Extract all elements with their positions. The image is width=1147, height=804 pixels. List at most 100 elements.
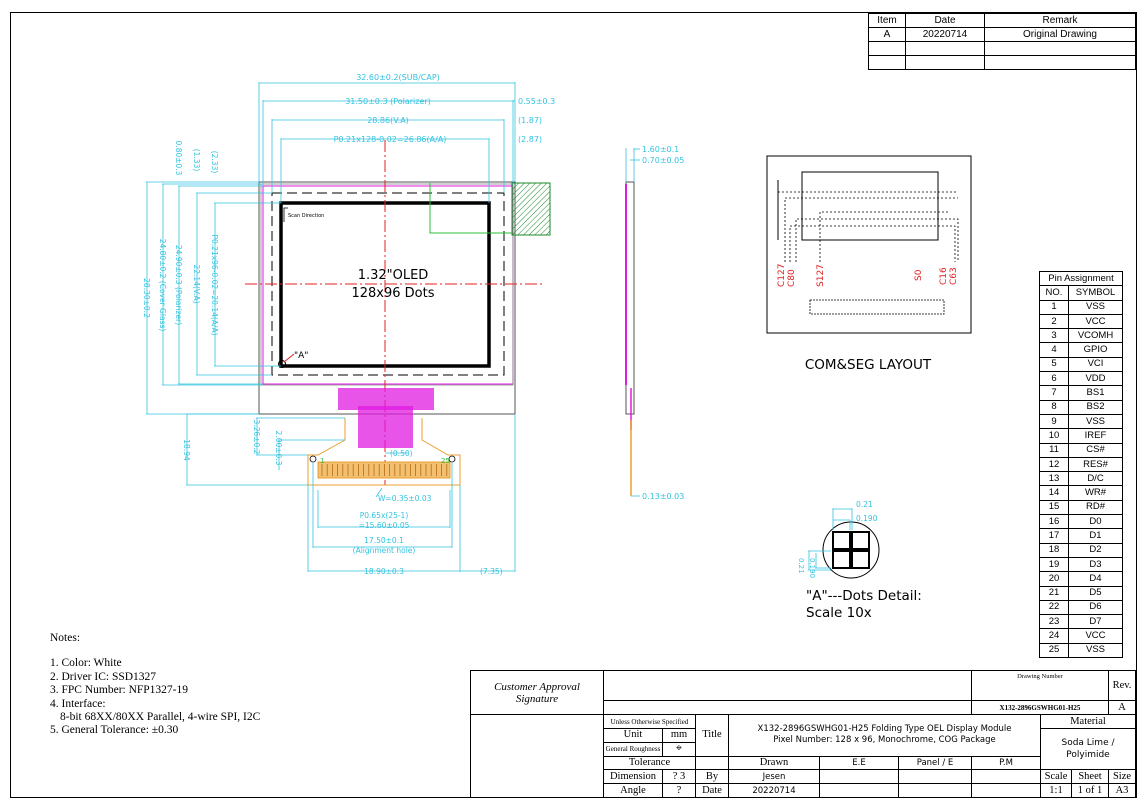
marker-a-leader xyxy=(283,353,295,363)
pin-row: 16 D0 xyxy=(1039,514,1123,530)
dim-fpc-width: W=0.35±0.03 xyxy=(378,494,432,503)
com-label-c80: C80 xyxy=(787,269,797,287)
pin-symbol: D2 xyxy=(1068,542,1123,558)
dim-fpc-offset: (7.35) xyxy=(480,567,503,576)
drawing-number: X132-2896GSWHG01-H25 xyxy=(971,700,1109,716)
pin-symbol: D/C xyxy=(1068,471,1123,487)
center-text-2: 128x96 Dots xyxy=(351,286,434,301)
pin-symbol: VCOMH xyxy=(1068,328,1123,344)
pin-symbol: D4 xyxy=(1068,571,1123,587)
pin-number: 11 xyxy=(1039,442,1069,458)
ee-label: E.E xyxy=(819,755,899,771)
dim-fpc-pitch-2: =15.60±0.05 xyxy=(359,521,410,530)
pin-symbol: IREF xyxy=(1068,428,1123,444)
pin-table-title: Pin Assignment xyxy=(1039,270,1123,287)
pin-row: 6 VDD xyxy=(1039,371,1123,387)
dim-bottom-left-2: 3.26±0.2 xyxy=(252,420,261,455)
pin-number: 19 xyxy=(1039,556,1069,573)
roughness-symbol-icon: ⌖ xyxy=(662,741,696,757)
pin-number: 15 xyxy=(1039,499,1069,516)
pin-number: 2 xyxy=(1039,313,1069,330)
pin-row: 8 BS2 xyxy=(1039,399,1123,415)
title-label: Title xyxy=(695,714,729,757)
pin-symbol: VDD xyxy=(1068,371,1123,387)
fpc-pin-last: 25 xyxy=(441,457,450,465)
pin-symbol: BS2 xyxy=(1068,399,1123,415)
blank-cell xyxy=(819,783,899,798)
material-label: Material xyxy=(1040,714,1136,729)
pin-number: 20 xyxy=(1039,571,1069,587)
pin-row: 23 D7 xyxy=(1039,614,1123,630)
pin-number: 13 xyxy=(1039,471,1069,487)
note-item: 1. Color: White xyxy=(50,657,122,670)
side-substrate xyxy=(625,181,635,415)
dim-fpc-pitch-1: P0.65x(25-1) xyxy=(360,511,409,520)
side-dimensions xyxy=(625,148,640,497)
pin-symbol: VCI xyxy=(1068,356,1123,373)
pin-row: 22 D6 xyxy=(1039,599,1123,616)
pin-row: 24 VCC xyxy=(1039,628,1123,644)
date-label: Date xyxy=(695,783,729,798)
pin-number: 18 xyxy=(1039,542,1069,558)
pin-symbol: D7 xyxy=(1068,614,1123,630)
blank-cell xyxy=(898,783,972,798)
pin-row: 4 GPIO xyxy=(1039,342,1123,358)
dim-fpc-align-2: (Alignment hole) xyxy=(353,546,416,555)
angle-value: ? xyxy=(662,783,696,798)
center-text-1: 1.32"OLED xyxy=(358,268,429,283)
com-label-c63: C63 xyxy=(949,267,959,285)
pin-row: 11 CS# xyxy=(1039,442,1123,458)
material-value: Soda Lime / Polyimide xyxy=(1040,727,1136,771)
pin-row: 7 BS1 xyxy=(1039,385,1123,401)
blank-cell xyxy=(971,769,1041,785)
size-label: Size xyxy=(1108,769,1136,785)
customer-approval-label: Customer Approval xyxy=(494,680,580,693)
pin-row: 13 D/C xyxy=(1039,471,1123,487)
pin-number: 23 xyxy=(1039,614,1069,630)
dot-pixel xyxy=(851,531,870,550)
dimension-value: ? 3 xyxy=(662,769,696,785)
pin-row: 19 D3 xyxy=(1039,556,1123,573)
pin-symbol: CS# xyxy=(1068,442,1123,458)
title-line-1: X132-2896GSWHG01-H25 Folding Type OEL Di… xyxy=(757,724,1012,735)
pin-number: 17 xyxy=(1039,528,1069,544)
dim-top-substrate: 32.60±0.2(SUB/CAP) xyxy=(356,73,440,82)
pin-symbol: VCC xyxy=(1068,628,1123,644)
pin-symbol: VSS xyxy=(1068,413,1123,430)
approval-signature-space xyxy=(470,714,604,798)
dot-pixel xyxy=(832,531,851,550)
marker-a-label: "A" xyxy=(294,351,308,361)
seg-label-s127: S127 xyxy=(816,264,826,287)
note-item: 8-bit 68XX/80XX Parallel, 4-wire SPI, I2… xyxy=(60,711,261,724)
title-block: Customer Approval Signature Drawing Numb… xyxy=(470,669,1136,798)
com-seg-outer xyxy=(766,155,972,334)
dots-dim-1: 0.21 xyxy=(856,500,873,509)
dim-fpc-total: 18.90±0.3 xyxy=(364,567,404,576)
drawing-number-label: Drawing Number xyxy=(1017,673,1063,680)
pin-number: 4 xyxy=(1039,342,1069,358)
title-value-cell: X132-2896GSWHG01-H25 Folding Type OEL Di… xyxy=(728,714,1041,757)
dim-fpc-align-1: 17.50±0.1 xyxy=(364,536,404,545)
angle-label: Angle xyxy=(603,783,663,798)
blank-cell xyxy=(695,755,729,770)
pin-row: 21 D5 xyxy=(1039,585,1123,601)
blank-cell xyxy=(898,769,972,785)
pin-symbol: D1 xyxy=(1068,528,1123,544)
pin-assignment-table: Pin Assignment NO. SYMBOL 1 VSS 2 VCC 3 VCOMH… xyxy=(1039,270,1123,659)
drawing-number-cell: Drawing Number xyxy=(971,669,1109,702)
green-outline xyxy=(429,183,512,234)
green-hatched-area xyxy=(511,182,551,236)
side-view: 1.60±0.1 0.70±0.05 0.13±0.03 xyxy=(625,145,684,501)
pin-row: 17 D1 xyxy=(1039,528,1123,544)
dim-top-va: 28.86(V.A) xyxy=(367,116,409,125)
pin-symbol: BS1 xyxy=(1068,385,1123,401)
pin-symbol: D3 xyxy=(1068,556,1123,573)
dots-dim-2: 0.190 xyxy=(856,514,878,523)
com-seg-title: COM&SEG LAYOUT xyxy=(805,357,932,373)
com-seg-traces xyxy=(777,191,959,262)
pin-header-symbol: SYMBOL xyxy=(1068,285,1123,301)
title-line-2: Pixel Number: 128 x 96, Monochrome, COG … xyxy=(773,735,996,746)
com-seg-ic xyxy=(809,299,945,315)
signature-area xyxy=(603,669,972,702)
pin-row: 12 RES# xyxy=(1039,456,1123,473)
